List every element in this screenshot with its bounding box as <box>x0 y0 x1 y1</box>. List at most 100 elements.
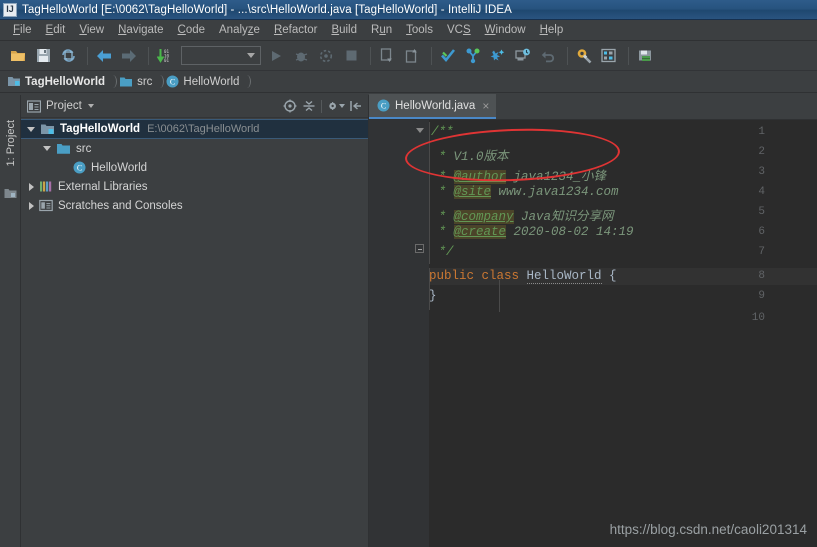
javadoc-tag: @site <box>453 185 492 199</box>
code-token: Java知识分享网 <box>513 210 614 224</box>
chevron-down-icon[interactable] <box>87 104 94 108</box>
stop-icon[interactable] <box>340 45 362 67</box>
undo-icon[interactable] <box>537 45 559 67</box>
line-number: 4 <box>758 186 765 198</box>
hide-panel-icon[interactable] <box>347 98 364 115</box>
tree-node-label: Scratches and Consoles <box>58 199 183 212</box>
commit-icon[interactable] <box>401 45 423 67</box>
main-toolbar: 01 10 01 <box>0 41 817 71</box>
menu-window[interactable]: Window <box>478 22 533 38</box>
editor-tab-label: HelloWorld.java <box>395 99 476 112</box>
run-configurations-combo[interactable] <box>181 46 261 65</box>
menu-edit[interactable]: Edit <box>39 22 73 38</box>
code-token: */ <box>431 245 454 259</box>
code-line-7: */ <box>431 245 454 259</box>
code-token: www.java1234.com <box>491 185 619 199</box>
project-structure-icon[interactable] <box>598 45 620 67</box>
menu-analyze[interactable]: Analyze <box>212 22 267 38</box>
settings-icon[interactable] <box>573 45 595 67</box>
update-project-icon[interactable] <box>376 45 398 67</box>
code-editor[interactable]: 1 2 3 4 5 6 7 8 9 10 /** * V1.0版本 * @aut… <box>369 120 817 547</box>
indent-guide <box>499 280 500 312</box>
menu-refactor[interactable]: Refactor <box>267 22 324 38</box>
source-folder-icon <box>57 143 70 154</box>
locate-file-icon[interactable] <box>281 98 298 115</box>
check-commit-icon[interactable] <box>437 45 459 67</box>
menu-bar: File Edit View Navigate Code Analyze Ref… <box>0 20 817 41</box>
code-token: * <box>431 150 454 164</box>
run-icon[interactable] <box>265 45 287 67</box>
code-line-8: public class HelloWorld { <box>429 269 617 284</box>
menu-run[interactable]: Run <box>364 22 399 38</box>
navigate-back-icon[interactable] <box>93 45 115 67</box>
project-window-icon <box>4 187 17 200</box>
code-token: * <box>431 170 454 184</box>
fold-caret-icon[interactable] <box>416 128 424 133</box>
navigate-forward-icon[interactable] <box>118 45 140 67</box>
line-number: 6 <box>758 226 765 238</box>
menu-file[interactable]: File <box>6 22 39 38</box>
vcs-branch-icon[interactable] <box>462 45 484 67</box>
sdk-manager-icon[interactable] <box>634 45 656 67</box>
compile-icon[interactable]: 01 10 01 <box>154 45 176 67</box>
run-coverage-icon[interactable] <box>315 45 337 67</box>
folder-icon <box>120 77 133 86</box>
tree-node-label: HelloWorld <box>91 161 148 174</box>
editor-tab-bar: C HelloWorld.java × <box>369 94 817 120</box>
tree-node-src[interactable]: src <box>21 139 368 158</box>
tree-node-taghelloworld[interactable]: TagHelloWorld E:\0062\TagHelloWorld <box>21 119 368 139</box>
breadcrumb-item-src[interactable]: src <box>119 73 155 91</box>
code-line-3: * @author java1234_小锋 <box>431 165 606 184</box>
title-bar: IJ TagHelloWorld [E:\0062\TagHelloWorld]… <box>0 0 817 20</box>
breadcrumb-item-helloworld[interactable]: C HelloWorld <box>166 73 242 91</box>
menu-help[interactable]: Help <box>533 22 571 38</box>
tree-node-scratches-and-consoles[interactable]: Scratches and Consoles <box>21 196 368 215</box>
close-icon[interactable]: × <box>482 100 489 112</box>
vcs-history-icon[interactable] <box>512 45 534 67</box>
tree-node-label: src <box>76 142 92 155</box>
code-token: V1.0版本 <box>453 150 509 164</box>
javadoc-block-guide <box>429 122 430 264</box>
expand-arrow-icon[interactable] <box>27 126 35 132</box>
menu-code[interactable]: Code <box>171 22 213 38</box>
line-number: 2 <box>758 146 765 158</box>
line-number: 7 <box>758 246 765 258</box>
project-panel-header: Project <box>21 95 368 118</box>
tree-node-external-libraries[interactable]: External Libraries <box>21 177 368 196</box>
save-all-icon[interactable] <box>32 45 54 67</box>
code-token: 2020-08-02 14:19 <box>506 225 634 239</box>
project-view-icon <box>27 99 41 113</box>
code-token: java1234_小锋 <box>506 170 607 184</box>
menu-vcs[interactable]: VCS <box>440 22 478 38</box>
breadcrumb-item-taghelloworld[interactable]: TagHelloWorld <box>7 73 108 91</box>
tree-node-path: E:\0062\TagHelloWorld <box>147 123 260 135</box>
vcs-diff-icon[interactable] <box>487 45 509 67</box>
class-icon: C <box>166 75 179 88</box>
menu-view[interactable]: View <box>72 22 111 38</box>
menu-navigate[interactable]: Navigate <box>111 22 170 38</box>
editor-tab-helloworld-java[interactable]: C HelloWorld.java × <box>369 94 497 119</box>
class-icon: C <box>377 99 390 112</box>
tree-node-helloworld[interactable]: C HelloWorld <box>21 158 368 177</box>
intellij-idea-window: IJ TagHelloWorld [E:\0062\TagHelloWorld]… <box>0 0 817 547</box>
menu-tools[interactable]: Tools <box>399 22 440 38</box>
code-folding-gutter[interactable] <box>416 120 429 547</box>
line-number: 10 <box>751 312 765 324</box>
collapse-arrow-icon[interactable] <box>29 182 34 191</box>
expand-arrow-icon[interactable] <box>43 146 51 151</box>
collapse-all-icon[interactable] <box>300 98 317 115</box>
project-tree: TagHelloWorld E:\0062\TagHelloWorld src <box>21 118 368 215</box>
sync-refresh-icon[interactable] <box>57 45 79 67</box>
project-panel-title: Project <box>46 100 82 112</box>
line-number: 5 <box>758 206 765 218</box>
tool-window-button-project[interactable]: 1: Project <box>0 103 21 183</box>
debug-icon[interactable] <box>290 45 312 67</box>
svg-text:C: C <box>170 78 175 87</box>
fold-marker-icon[interactable] <box>415 244 424 253</box>
open-project-icon[interactable] <box>7 45 29 67</box>
collapse-arrow-icon[interactable] <box>29 201 34 210</box>
menu-build[interactable]: Build <box>324 22 364 38</box>
settings-gear-icon[interactable] <box>328 98 345 115</box>
javadoc-tag: @company <box>453 210 514 224</box>
code-token: public class <box>429 269 527 283</box>
